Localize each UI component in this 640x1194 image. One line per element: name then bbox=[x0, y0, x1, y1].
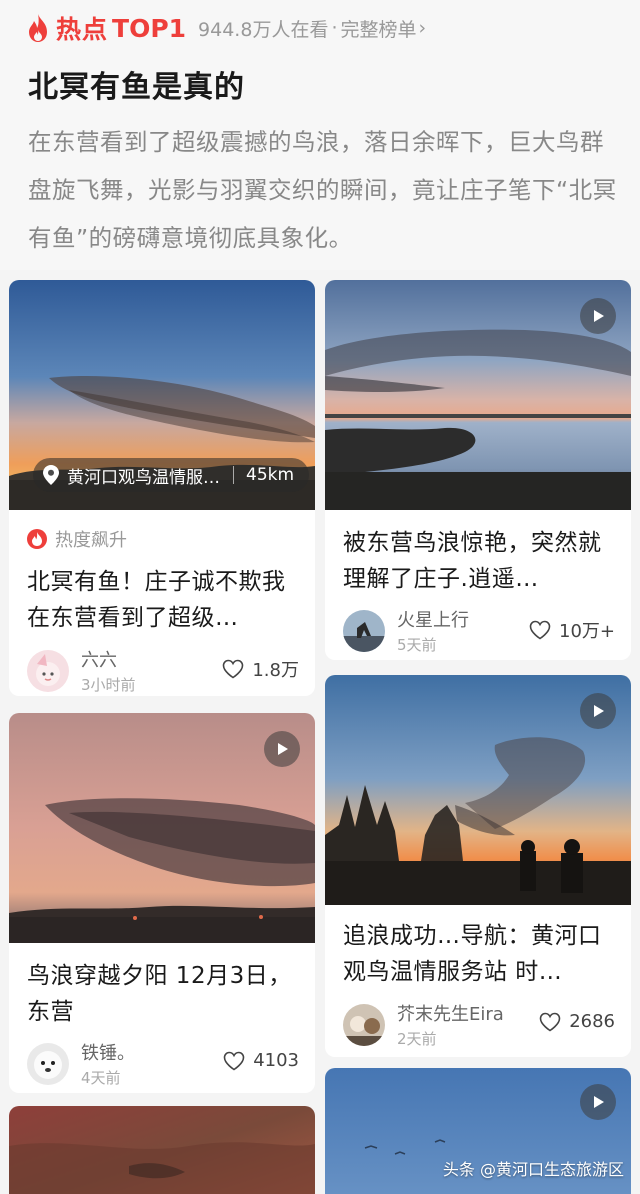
topic-description: 在东营看到了超级震撼的鸟浪，落日余晖下，巨大鸟群盘旋飞舞，光影与羽翼交织的瞬间，… bbox=[28, 128, 617, 252]
topic-header: 热点 TOP1 944.8万人在看 · 完整榜单 › 北冥有鱼是真的 在东营看到… bbox=[0, 0, 640, 270]
post-time: 2天前 bbox=[397, 1030, 437, 1048]
chevron-right-icon[interactable]: › bbox=[419, 17, 427, 39]
author-info[interactable]: 铁锤。 4天前 bbox=[27, 1039, 135, 1088]
post-time: 4天前 bbox=[81, 1069, 121, 1087]
location-pin-icon bbox=[43, 465, 59, 485]
card-title[interactable]: 被东营鸟浪惊艳，突然就理解了庄子.逍遥… bbox=[343, 525, 611, 597]
author-info[interactable]: 芥末先生Eira 2天前 bbox=[343, 1000, 504, 1049]
card-title[interactable]: 鸟浪穿越夕阳 12月3日，东营 bbox=[27, 958, 295, 1030]
like-count: 1.8万 bbox=[252, 660, 299, 681]
like-button[interactable]: 1.8万 bbox=[222, 656, 299, 682]
post-time: 3小时前 bbox=[81, 676, 136, 694]
watermark: 头条 @黄河口生态旅游区 bbox=[442, 1160, 624, 1179]
post-time: 5天前 bbox=[397, 636, 437, 654]
play-icon bbox=[278, 743, 288, 755]
heart-outline-icon bbox=[539, 1012, 561, 1031]
like-button[interactable]: 2686 bbox=[539, 1011, 615, 1032]
hot-ranking-row[interactable]: 热点 TOP1 944.8万人在看 · 完整榜单 › bbox=[26, 10, 426, 46]
heart-outline-icon bbox=[223, 659, 244, 679]
heart-outline-icon bbox=[223, 1051, 245, 1070]
flame-icon bbox=[29, 14, 47, 42]
heart-outline-icon bbox=[529, 620, 551, 640]
separator-dot: · bbox=[331, 17, 338, 39]
play-icon bbox=[594, 1096, 604, 1108]
card-video-thumbnail bbox=[325, 675, 631, 905]
like-count: 10万+ bbox=[559, 621, 615, 642]
location-name: 黄河口观鸟温情服务站 bbox=[67, 467, 227, 488]
card-image bbox=[9, 1106, 315, 1194]
play-button[interactable] bbox=[580, 298, 616, 334]
author-name: 六六 bbox=[81, 650, 117, 671]
author-info[interactable]: 六六 3小时前 bbox=[27, 646, 136, 695]
avatar[interactable] bbox=[27, 649, 69, 692]
play-button[interactable] bbox=[580, 693, 616, 729]
full-list-link[interactable]: 完整榜单 bbox=[341, 15, 417, 42]
pill-divider bbox=[233, 466, 234, 484]
card-image: 黄河口观鸟温情服务站 45km bbox=[9, 280, 315, 510]
card-title[interactable]: 北冥有鱼！庄子诚不欺我 在东营看到了超级… bbox=[27, 564, 295, 636]
play-button[interactable] bbox=[264, 731, 300, 767]
hot-rank: TOP1 bbox=[112, 13, 187, 43]
like-button[interactable]: 10万+ bbox=[529, 617, 615, 643]
like-count: 2686 bbox=[569, 1011, 615, 1032]
avatar[interactable] bbox=[343, 609, 385, 652]
card-video-thumbnail bbox=[325, 280, 631, 510]
play-icon bbox=[594, 310, 604, 322]
avatar[interactable] bbox=[343, 1003, 385, 1046]
topic-title: 北冥有鱼是真的 bbox=[28, 70, 245, 105]
author-name: 火星上行 bbox=[397, 610, 469, 631]
author-info[interactable]: 火星上行 5天前 bbox=[343, 606, 469, 655]
location-pill[interactable]: 黄河口观鸟温情服务站 45km bbox=[33, 458, 309, 492]
card-title[interactable]: 追浪成功…导航：黄河口观鸟温情服务站 时… bbox=[343, 918, 611, 990]
avatar[interactable] bbox=[27, 1042, 69, 1085]
feed-card[interactable]: 被东营鸟浪惊艳，突然就理解了庄子.逍遥… 火星上行 5天前 10万+ bbox=[325, 280, 631, 660]
feed-card[interactable] bbox=[9, 1106, 315, 1194]
like-count: 4103 bbox=[253, 1050, 299, 1071]
play-icon bbox=[594, 705, 604, 717]
like-button[interactable]: 4103 bbox=[223, 1050, 299, 1071]
feed-card[interactable]: 黄河口观鸟温情服务站 45km 热度飙升 北冥有鱼！庄子诚不欺我 在东营看到了超… bbox=[9, 280, 315, 696]
viewer-count: 944.8万人在看 bbox=[198, 18, 329, 41]
location-distance: 45km bbox=[246, 465, 295, 485]
author-name: 芥末先生Eira bbox=[397, 1004, 504, 1025]
hot-label: 热点 bbox=[56, 15, 109, 44]
play-button[interactable] bbox=[580, 1084, 616, 1120]
author-name: 铁锤。 bbox=[81, 1043, 135, 1064]
feed-card[interactable]: 追浪成功…导航：黄河口观鸟温情服务站 时… 芥末先生Eira 2天前 2686 bbox=[325, 675, 631, 1057]
flame-icon bbox=[27, 529, 47, 549]
feed-card[interactable]: 鸟浪穿越夕阳 12月3日，东营 铁锤。 4天前 4103 bbox=[9, 713, 315, 1093]
card-video-thumbnail bbox=[9, 713, 315, 943]
heat-tag-label: 热度飙升 bbox=[55, 530, 127, 551]
heat-tag: 热度飙升 bbox=[27, 526, 127, 552]
